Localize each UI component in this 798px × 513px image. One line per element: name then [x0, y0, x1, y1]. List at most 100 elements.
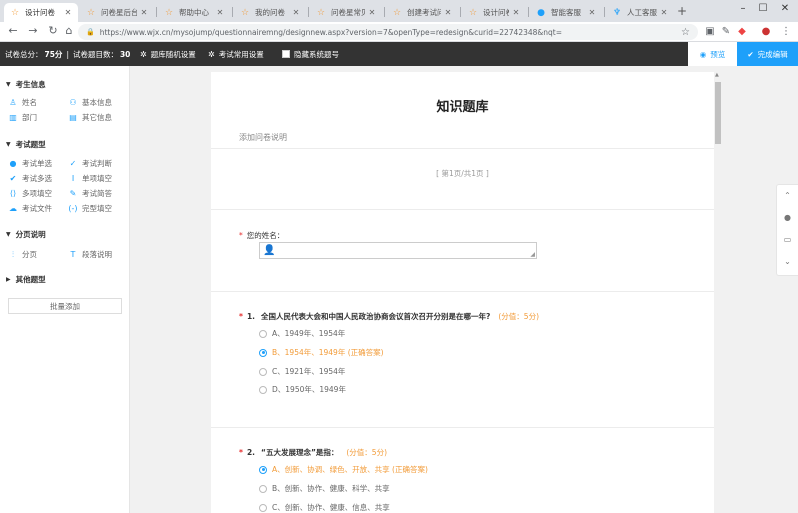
close-icon[interactable]: ✕	[140, 8, 148, 17]
tab-label: 人工客服	[627, 8, 657, 17]
close-icon[interactable]: ✕	[588, 8, 596, 17]
question-2-option-b[interactable]: B、创新、协作、健康、科学、共享	[259, 483, 390, 494]
question-type-sidebar: ▼ 考生信息 ♙ 姓名 ⚇ 基本信息 ▥ 部门 ▤ 其它信息 ▼ 考试题型 ● …	[0, 66, 130, 513]
question-2-title[interactable]: * 2. “五大发展理念”是指： (分值：5分)	[239, 447, 387, 458]
question-1-option-a[interactable]: A、1949年、1954年	[259, 328, 345, 339]
minimize-icon[interactable]: –	[736, 3, 750, 14]
close-icon[interactable]: ✕	[64, 8, 72, 17]
user-icon: ♙	[9, 98, 17, 107]
close-icon[interactable]: ✕	[660, 8, 668, 17]
sidebar-item-multi-fill[interactable]: ⟨⟩ 多项填空	[8, 188, 52, 199]
radio-button[interactable]	[259, 484, 267, 493]
scroll-up-icon[interactable]: ▲	[715, 72, 719, 78]
name-input[interactable]: 👤 ◢	[259, 242, 537, 259]
browser-tab-human-service[interactable]: ♆ 人工客服 ✕	[606, 3, 674, 22]
sidebar-item-single-choice[interactable]: ● 考试单选	[8, 158, 53, 169]
exam-setting-button[interactable]: ✲ 考试常用设置	[208, 42, 264, 66]
close-icon[interactable]: ✕	[444, 8, 452, 17]
url-field[interactable]: 🔒 https://www.wjx.cn/mysojump/questionna…	[78, 24, 698, 40]
description-placeholder[interactable]: 添加问卷说明	[239, 132, 287, 143]
question-1-option-b[interactable]: B、1954年、1949年 (正确答案)	[259, 347, 384, 358]
question-1-option-d[interactable]: D、1950年、1949年	[259, 384, 346, 395]
star-icon: ☆	[86, 7, 96, 18]
section-other-types[interactable]: ▶ 其他题型	[6, 274, 46, 285]
scroll-bottom-icon[interactable]: ⌄	[777, 257, 798, 266]
window-close-icon[interactable]: ✕	[778, 3, 792, 14]
browser-tab-design-2[interactable]: ☆ 设计问卷 ✕	[462, 3, 526, 22]
profile-avatar[interactable]: ●	[760, 26, 772, 38]
tooth-icon: ♆	[612, 7, 622, 18]
users-icon: ⚇	[69, 98, 77, 107]
radio-button-selected[interactable]	[259, 465, 267, 474]
new-tab-button[interactable]: +	[677, 4, 687, 18]
radio-button[interactable]	[259, 385, 267, 394]
extension-pen-icon[interactable]: ✎	[720, 26, 732, 38]
page-title[interactable]: 知识题库	[211, 96, 714, 115]
sidebar-item-true-false[interactable]: ✓ 考试判断	[68, 158, 112, 169]
divider	[211, 291, 714, 292]
browser-tab-backend[interactable]: ☆ 问卷星后台 ✕	[80, 3, 154, 22]
finish-edit-button[interactable]: ✔ 完成编辑	[737, 42, 798, 66]
close-icon[interactable]: ✕	[512, 8, 520, 17]
section-candidate-info[interactable]: ▼ 考生信息	[6, 79, 46, 90]
close-icon[interactable]: ✕	[292, 8, 300, 17]
sidebar-item-multi-choice[interactable]: ✔ 考试多选	[8, 173, 52, 184]
sidebar-item-single-fill[interactable]: Ⅰ 单项填空	[68, 173, 112, 184]
close-icon[interactable]: ✕	[216, 8, 224, 17]
question-1-title[interactable]: * 1. 全国人民代表大会和中国人民政治协商会议首次召开分别是在哪一年? (分值…	[239, 311, 539, 322]
gear-icon: ✲	[140, 49, 147, 59]
help-icon[interactable]: ●	[777, 213, 798, 222]
question-2-option-c[interactable]: C、创新、协作、健康、信息、共享	[259, 502, 390, 513]
maximize-icon[interactable]: ☐	[756, 3, 770, 14]
home-icon[interactable]: ⌂	[62, 24, 76, 37]
sidebar-item-short-answer[interactable]: ✎ 考试简答	[68, 188, 112, 199]
reload-icon[interactable]: ↻	[46, 24, 60, 37]
browser-tab-design[interactable]: ☆ 设计问卷 ✕	[4, 3, 78, 22]
extension-save-icon[interactable]: ▣	[704, 26, 716, 38]
radio-dot-icon: ●	[9, 159, 17, 168]
back-icon[interactable]: ←	[6, 24, 20, 37]
comment-icon[interactable]: ▭	[777, 235, 798, 244]
scrollbar-thumb[interactable]	[715, 82, 721, 144]
page-break-icon: ⫶	[12, 249, 14, 259]
star-icon: ☆	[240, 7, 250, 18]
required-mark: *	[239, 448, 243, 457]
question-1-option-c[interactable]: C、1921年、1954年	[259, 366, 345, 377]
browser-tab-my-surveys[interactable]: ☆ 我的问卷 ✕	[234, 3, 306, 22]
preview-button[interactable]: ◉ 预览	[688, 42, 737, 66]
sidebar-item-name[interactable]: ♙ 姓名	[8, 97, 37, 108]
browser-tab-faq[interactable]: ☆ 问卷星常见 ✕	[310, 3, 382, 22]
batch-add-button[interactable]: 批量添加	[8, 298, 122, 314]
close-icon[interactable]: ✕	[368, 8, 376, 17]
sidebar-item-department[interactable]: ▥ 部门	[8, 112, 37, 123]
radio-button[interactable]	[259, 503, 267, 512]
sidebar-item-other-info[interactable]: ▤ 其它信息	[68, 112, 112, 123]
radio-button[interactable]	[259, 367, 267, 376]
radio-button[interactable]	[259, 329, 267, 338]
sidebar-item-exam-file[interactable]: ☁ 考试文件	[8, 203, 52, 214]
random-setting-button[interactable]: ✲ 题库随机设置	[140, 42, 196, 66]
forward-icon[interactable]: →	[26, 24, 40, 37]
sidebar-item-paragraph[interactable]: T 段落说明	[68, 249, 112, 260]
tab-label: 智能客服	[551, 8, 581, 17]
sidebar-item-cloze[interactable]: (-) 完型填空	[68, 203, 112, 214]
resize-handle-icon[interactable]: ◢	[530, 251, 535, 258]
section-paging[interactable]: ▼ 分页说明	[6, 229, 46, 240]
canvas-scrollbar[interactable]: ▲	[714, 72, 722, 513]
scroll-top-icon[interactable]: ⌃	[777, 191, 798, 200]
sidebar-item-basic-info[interactable]: ⚇ 基本信息	[68, 97, 112, 108]
extension-color-icon[interactable]: ◆	[736, 26, 748, 38]
bookmark-star-icon[interactable]: ☆	[681, 27, 690, 38]
browser-menu-icon[interactable]: ⋮	[780, 26, 792, 38]
gear-icon: ✲	[208, 49, 215, 59]
sidebar-item-page-break[interactable]: ⫶ 分页	[8, 249, 37, 260]
hide-numbers-checkbox[interactable]: 隐藏系统题号	[282, 42, 339, 66]
question-2-option-a[interactable]: A、创新、协调、绿色、开放、共享 (正确答案)	[259, 464, 428, 475]
browser-tab-smart-service[interactable]: ● 智能客服 ✕	[530, 3, 602, 22]
browser-tab-help[interactable]: ☆ 帮助中心 ✕	[158, 3, 230, 22]
address-bar: ← → ↻ ⌂ 🔒 https://www.wjx.cn/mysojump/qu…	[0, 22, 798, 42]
upload-cloud-icon: ☁	[9, 204, 17, 213]
radio-button-selected[interactable]	[259, 348, 267, 357]
browser-tab-create-exam[interactable]: ☆ 创建考试问卷 ✕	[386, 3, 458, 22]
section-exam-types[interactable]: ▼ 考试题型	[6, 139, 46, 150]
